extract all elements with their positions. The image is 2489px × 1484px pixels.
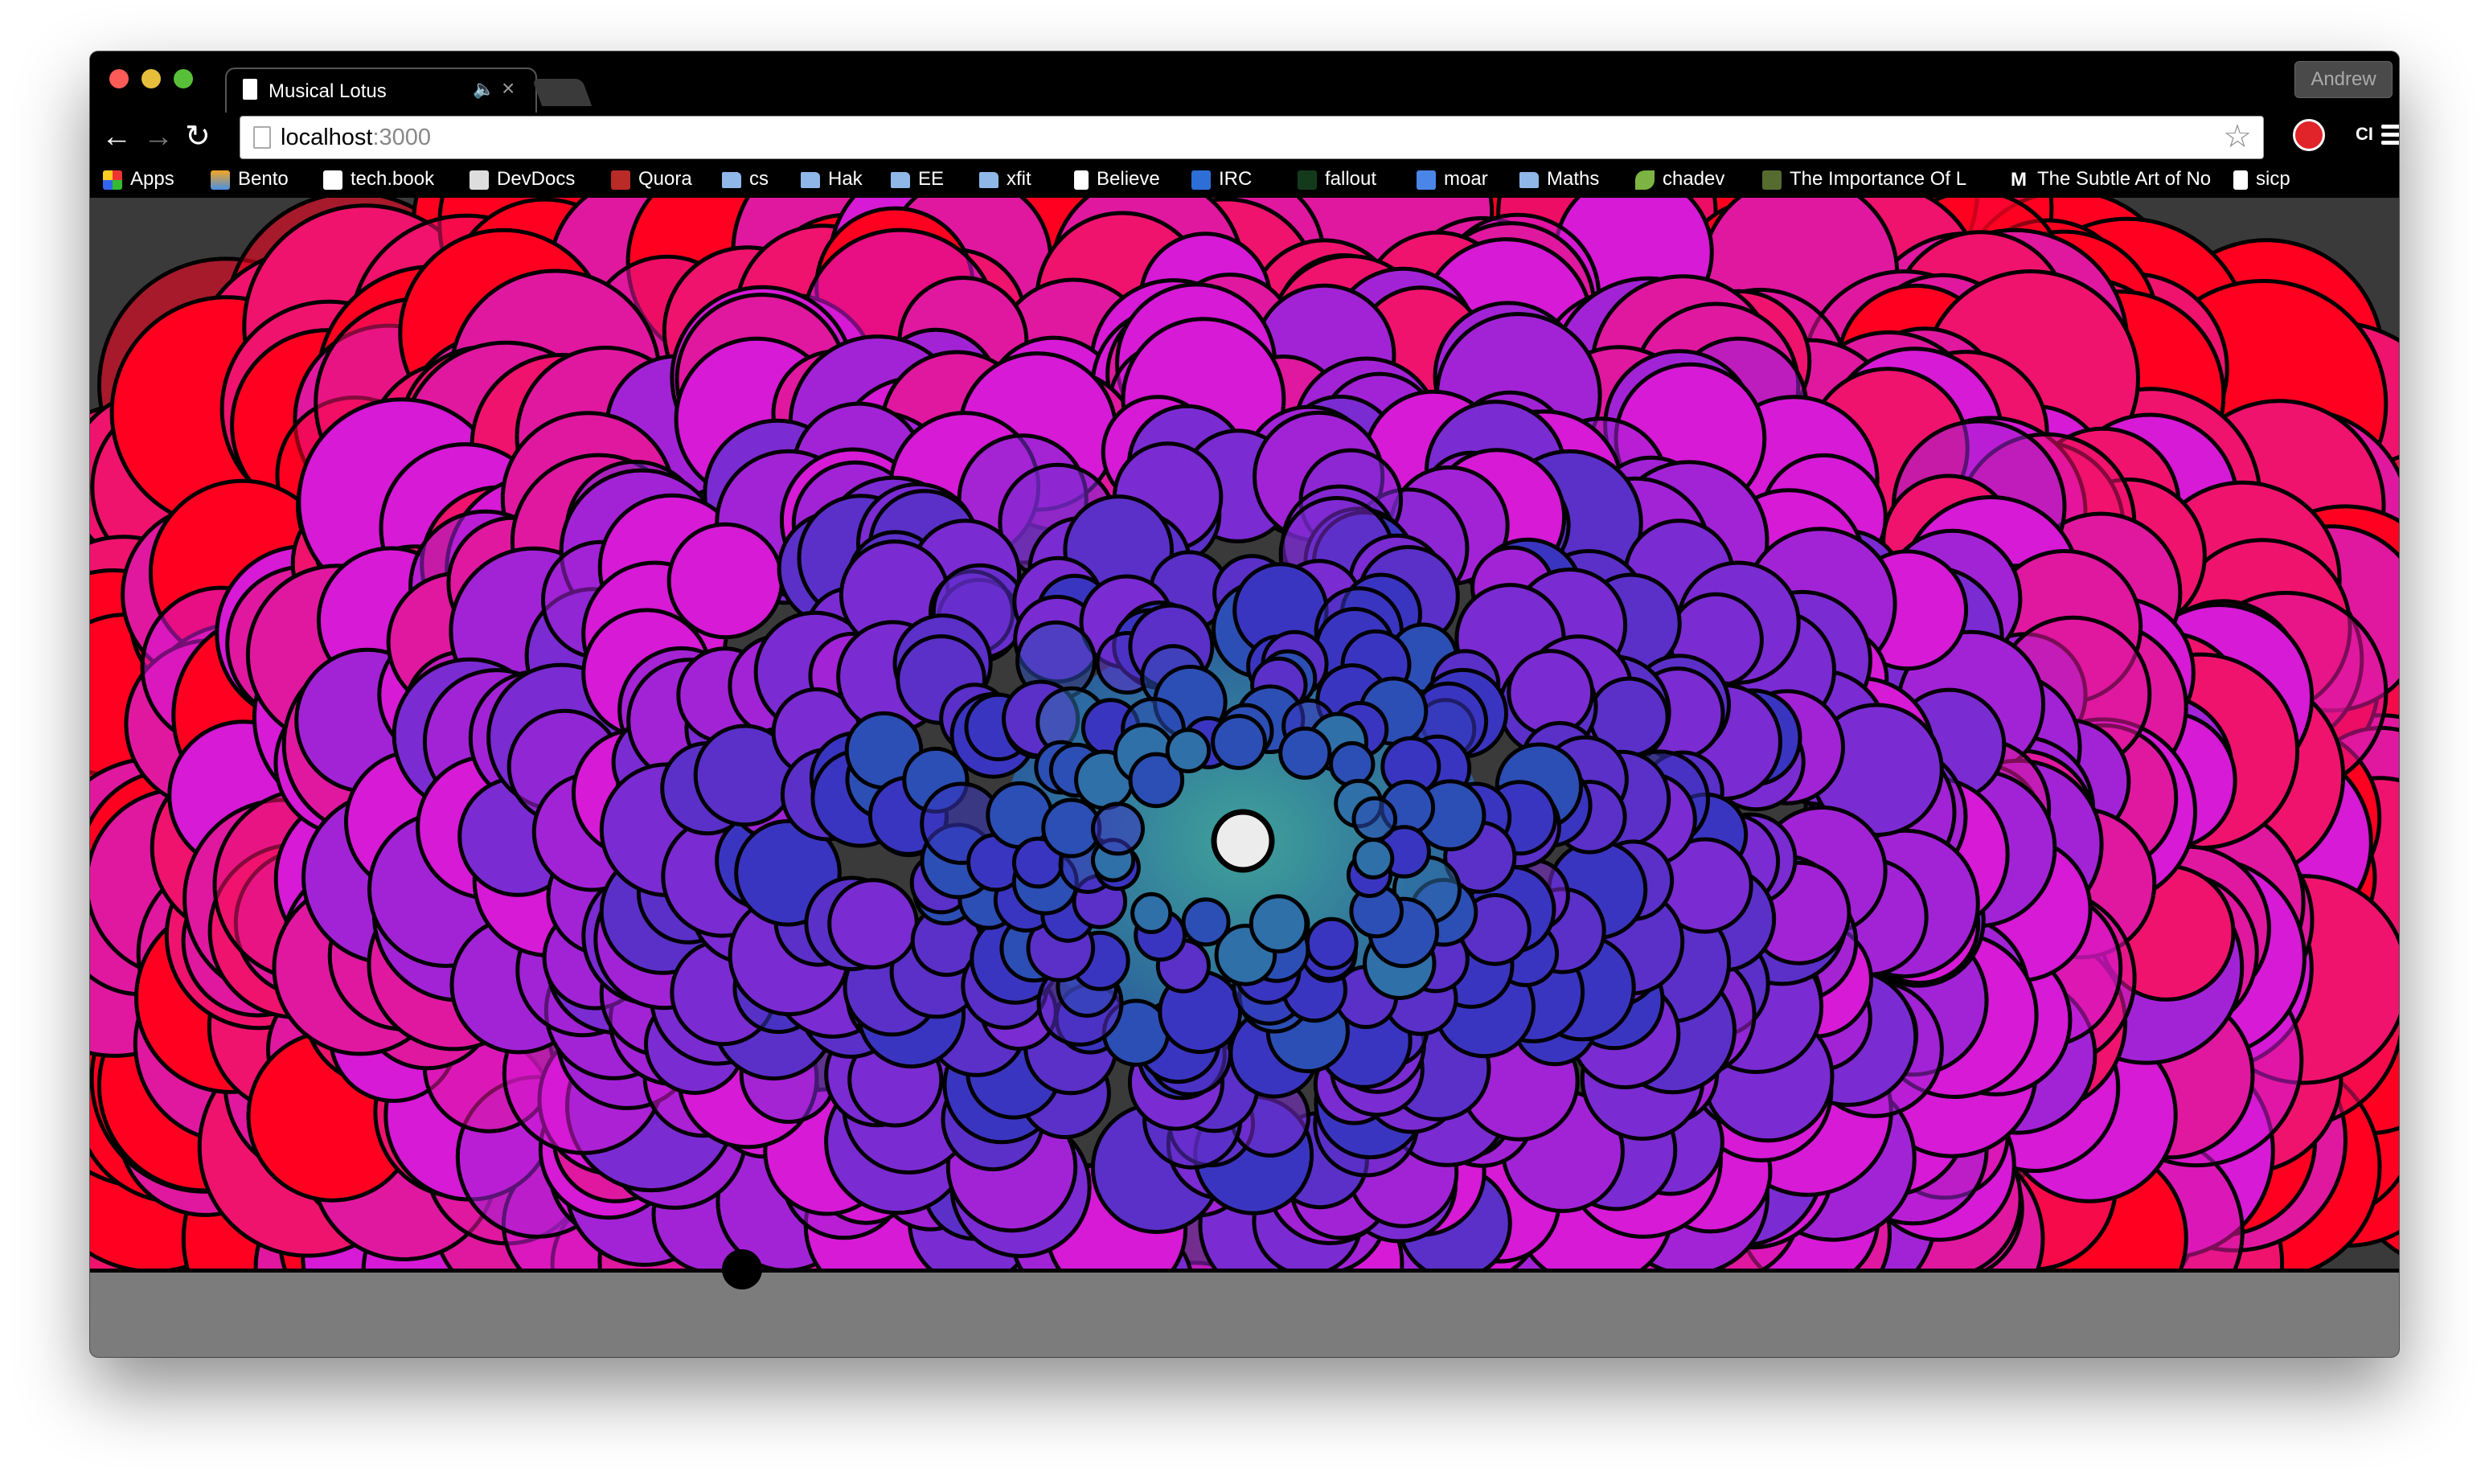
- folder-icon: [891, 171, 910, 188]
- lotus-circle: [1249, 894, 1309, 954]
- extension-stop-icon[interactable]: [2293, 119, 2325, 151]
- bookmark-label: Maths: [1547, 168, 1600, 190]
- apps-grid-icon: [103, 170, 122, 190]
- bookmark-label: Bento: [238, 168, 289, 190]
- bookmark-label: cs: [749, 168, 769, 190]
- address-bar[interactable]: localhost:3000 ☆: [240, 116, 2264, 159]
- bookmark-label: Believe: [1097, 168, 1160, 190]
- bookmark-irc[interactable]: IRC: [1191, 166, 1252, 193]
- quora-icon: [611, 170, 630, 190]
- bookmark-apps[interactable]: Apps: [103, 166, 174, 193]
- bookmark-folder-xfit[interactable]: xfit: [979, 166, 1031, 193]
- new-tab-button[interactable]: [531, 79, 593, 106]
- url-host: localhost: [281, 125, 373, 150]
- extension-ci-icon[interactable]: CI: [2356, 124, 2373, 145]
- bookmark-label: Hak: [828, 168, 863, 190]
- leaf-icon: [1635, 170, 1655, 190]
- bookmark-label: DevDocs: [497, 168, 576, 190]
- lotus-circle: [1278, 726, 1332, 780]
- minimize-window-button[interactable]: [141, 69, 161, 88]
- tab-musical-lotus[interactable]: Musical Lotus 🔈 ×: [225, 68, 537, 114]
- folder-icon: [801, 171, 820, 188]
- bento-icon: [211, 170, 230, 190]
- page-content: [90, 198, 2399, 1357]
- lotus-circle: [1351, 796, 1398, 842]
- maximize-window-button[interactable]: [174, 69, 193, 88]
- playhead-handle[interactable]: [722, 1249, 762, 1289]
- lotus-circle: [1091, 801, 1145, 856]
- tab-close-icon[interactable]: ×: [502, 76, 515, 101]
- lotus-circle: [1130, 892, 1173, 935]
- lotus-circle: [1329, 741, 1376, 788]
- url-text[interactable]: localhost:3000: [281, 125, 431, 151]
- bookmark-label: fallout: [1325, 168, 1377, 190]
- lotus-circle: [1352, 838, 1395, 879]
- close-window-button[interactable]: [109, 69, 129, 88]
- document-icon: [2233, 170, 2248, 190]
- folder-icon: [722, 171, 741, 188]
- irc-icon: [1191, 170, 1211, 190]
- bookmark-label: xfit: [1007, 168, 1031, 190]
- reload-icon[interactable]: ↻: [185, 119, 211, 154]
- document-icon: [243, 79, 257, 100]
- bookmark-fallout[interactable]: fallout: [1298, 166, 1376, 193]
- browser-window: Musical Lotus 🔈 × Andrew ← → ↻ localhost…: [90, 51, 2399, 1357]
- profile-button[interactable]: Andrew: [2294, 61, 2393, 98]
- bookmark-folder-ee[interactable]: EE: [891, 166, 944, 193]
- lotus-circle: [666, 522, 784, 640]
- menu-icon[interactable]: [2381, 121, 2399, 149]
- bookmarks-bar: Apps Bento tech.book DevDocs Quora cs Ha…: [90, 161, 2399, 198]
- docs-icon: [1417, 170, 1436, 190]
- lotus-circle: [1181, 897, 1231, 947]
- amazon-icon: [323, 170, 342, 190]
- lotus-core[interactable]: [1211, 809, 1275, 873]
- forward-icon[interactable]: →: [143, 119, 174, 154]
- bookmark-bento[interactable]: Bento: [211, 166, 289, 193]
- tab-title: Musical Lotus: [269, 80, 387, 102]
- lotus-circle: [1211, 714, 1267, 770]
- toolbar: ← → ↻ localhost:3000 ☆ CI: [90, 113, 2399, 161]
- bookmark-label: sicp: [2256, 168, 2290, 190]
- bookmark-label: moar: [1444, 168, 1488, 190]
- folder-icon: [979, 171, 998, 188]
- bookmark-quora[interactable]: Quora: [611, 166, 692, 193]
- lotus-circle: [827, 878, 919, 970]
- bookmark-chadev[interactable]: chadev: [1635, 166, 1724, 193]
- lotus-circle: [1165, 728, 1212, 773]
- document-icon: [1074, 170, 1089, 190]
- bookmark-label: Apps: [130, 168, 174, 190]
- bookmark-label: Quora: [638, 168, 692, 190]
- back-icon[interactable]: ←: [101, 119, 132, 154]
- bookmark-sicp[interactable]: sicp: [2233, 166, 2290, 193]
- bookmark-label: chadev: [1663, 168, 1725, 190]
- bookmark-label: EE: [918, 168, 945, 190]
- bookmark-moar[interactable]: moar: [1417, 166, 1488, 193]
- page-icon: [253, 126, 271, 149]
- bookmark-techbook[interactable]: tech.book: [323, 166, 434, 193]
- medium-icon: M: [2008, 170, 2029, 190]
- bookmark-label: The Importance Of L: [1790, 168, 1967, 190]
- bookmark-folder-cs[interactable]: cs: [722, 166, 769, 193]
- bookmark-devdocs[interactable]: DevDocs: [470, 166, 575, 193]
- bookmark-folder-hak[interactable]: Hak: [801, 166, 863, 193]
- lotus-circle: [1305, 916, 1359, 970]
- folder-icon: [1519, 171, 1539, 188]
- devdocs-icon: [470, 170, 489, 190]
- bookmark-star-icon[interactable]: ☆: [2223, 118, 2252, 155]
- bookmark-label: The Subtle Art of No: [2037, 168, 2212, 190]
- lotus-visualization[interactable]: [90, 198, 2399, 1275]
- bookmark-label: tech.book: [351, 168, 435, 190]
- progress-bar[interactable]: [90, 1269, 2399, 1357]
- url-port: :3000: [372, 125, 432, 150]
- t-icon: [1762, 170, 1782, 190]
- bookmark-label: IRC: [1219, 168, 1253, 190]
- fallout-icon: [1298, 170, 1317, 190]
- speaker-icon[interactable]: 🔈: [473, 79, 494, 100]
- title-bar: Musical Lotus 🔈 × Andrew: [90, 51, 2399, 114]
- lotus-circle: [1507, 649, 1595, 737]
- bookmark-believe[interactable]: Believe: [1074, 166, 1160, 193]
- bookmark-folder-maths[interactable]: Maths: [1519, 166, 1599, 193]
